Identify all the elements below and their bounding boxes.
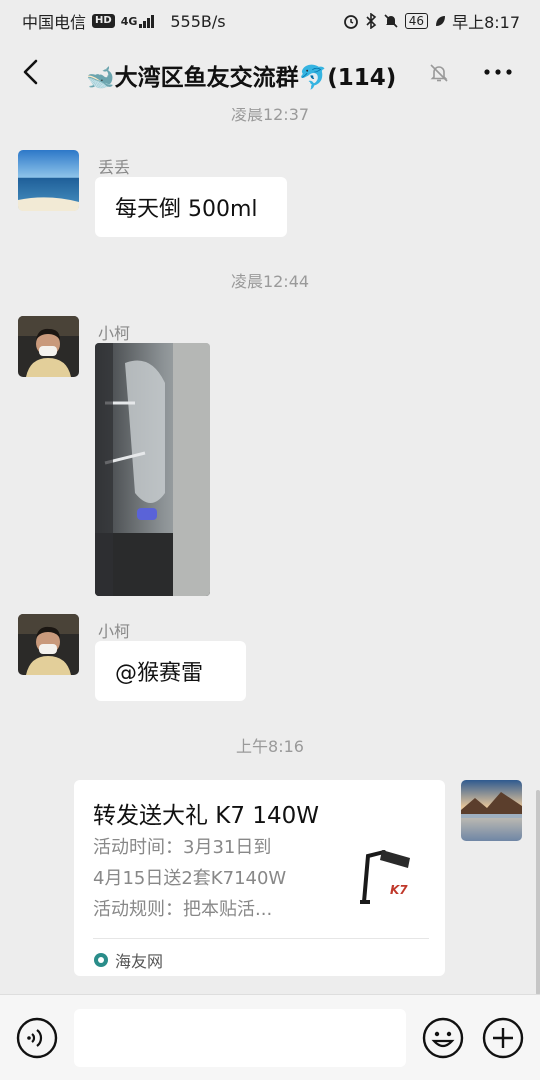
chat-header: 🐋大湾区鱼友交流群🐬(114): [0, 38, 540, 108]
voice-input-icon[interactable]: [16, 1017, 58, 1059]
status-right: 46 早上8:17: [343, 9, 520, 33]
lake-avatar-image: [461, 780, 522, 841]
avatar-diudiu[interactable]: [18, 150, 79, 211]
scrollbar[interactable]: [536, 790, 540, 995]
message-text: 每天倒 500ml: [115, 197, 258, 222]
message-bubble[interactable]: 每天倒 500ml: [95, 177, 287, 237]
card-source-label: 海友网: [115, 952, 164, 971]
more-options-icon[interactable]: [482, 60, 514, 84]
timestamp: 上午8:16: [236, 737, 304, 756]
silent-icon: [384, 14, 398, 28]
card-thumbnail: K7: [354, 844, 426, 916]
person-avatar-image: [18, 316, 79, 377]
status-bar: 中国电信 HD 4G 555B/s 46 早上8:17: [0, 0, 540, 38]
card-description: 活动时间：3月31日到 4月15日送2套K7140W 活动规则：把本贴活...: [93, 832, 323, 925]
avatar-xiaoke[interactable]: [18, 316, 79, 377]
alarm-icon: [343, 15, 358, 29]
sender-name: 小柯: [98, 622, 131, 641]
clock: 早上8:17: [452, 13, 520, 32]
message-input[interactable]: [74, 1009, 406, 1067]
card-title: 转发送大礼 K7 140W: [93, 803, 319, 829]
sender-name: 小柯: [98, 324, 131, 343]
message-text: @猴赛雷: [115, 661, 204, 686]
bluetooth-icon: [366, 13, 376, 29]
signal-icon: [139, 14, 155, 28]
input-bar: [0, 994, 540, 1080]
card-source: 海友网: [93, 948, 163, 972]
card-line: 活动规则：把本贴活...: [93, 899, 273, 920]
message-bubble[interactable]: @猴赛雷: [95, 641, 246, 701]
network-type: 4G: [120, 14, 138, 28]
add-more-icon[interactable]: [482, 1017, 524, 1059]
timestamp: 凌晨12:44: [230, 272, 310, 291]
person-avatar-image: [18, 614, 79, 675]
thumb-logo-text: K7: [390, 883, 408, 897]
carrier-label: 中国电信: [22, 13, 87, 32]
back-icon[interactable]: [18, 58, 46, 86]
card-line: 4月15日送2套K7140W: [93, 868, 287, 889]
leaf-icon: [436, 16, 446, 26]
image-message[interactable]: [95, 343, 210, 596]
network-speed: 555B/s: [170, 11, 226, 31]
ocean-avatar-image: [18, 150, 79, 211]
card-line: 活动时间：3月31日到: [93, 837, 272, 858]
link-card[interactable]: 转发送大礼 K7 140W 活动时间：3月31日到 4月15日送2套K7140W…: [74, 780, 445, 976]
battery-icon: 46: [404, 13, 429, 29]
emoji-icon[interactable]: [422, 1017, 464, 1059]
source-logo-icon: [94, 953, 108, 967]
bottle-photo: [95, 343, 210, 596]
card-divider: [93, 938, 429, 939]
sender-name: 丢丢: [98, 158, 131, 177]
avatar-xiaoke[interactable]: [18, 614, 79, 675]
status-left: 中国电信 HD 4G 555B/s: [22, 9, 226, 33]
hd-badge: HD: [92, 14, 115, 28]
mute-bell-icon: [430, 64, 448, 82]
lamp-product-image: K7: [354, 844, 426, 916]
chat-title: 🐋大湾区鱼友交流群🐬(114): [86, 65, 397, 91]
avatar-self[interactable]: [461, 780, 522, 841]
